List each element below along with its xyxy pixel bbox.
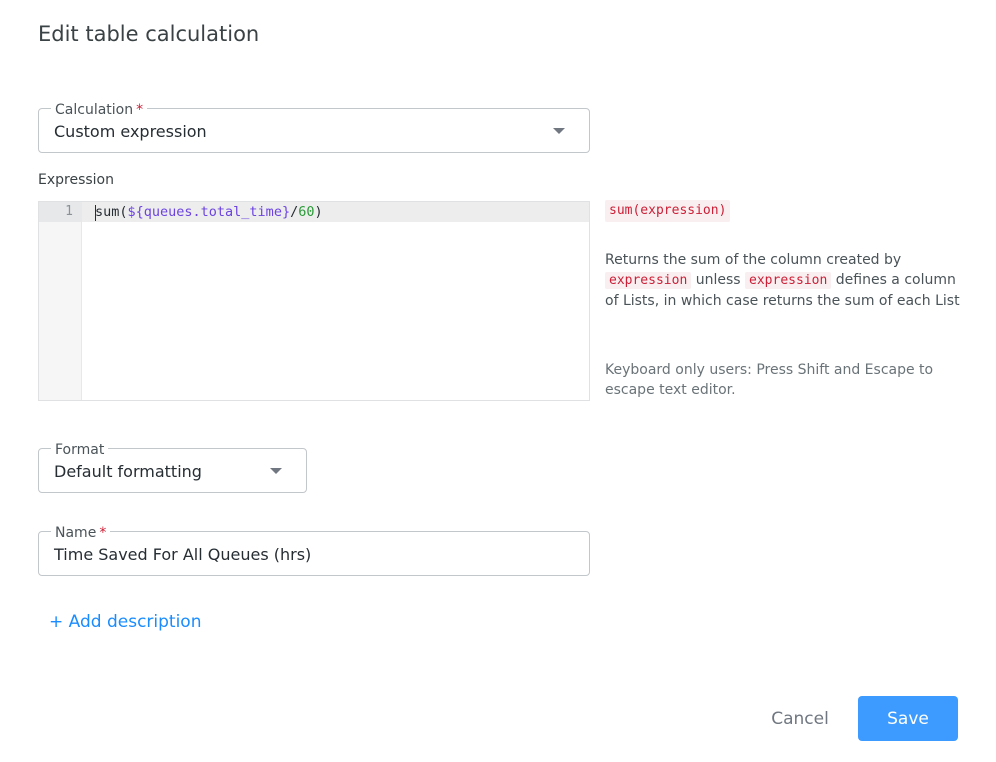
- description-text-2: unless: [691, 272, 746, 288]
- code-variable: ${queues.total_time}: [127, 204, 291, 220]
- function-help-panel: sum(expression) Returns the sum of the c…: [605, 200, 965, 398]
- expression-editor[interactable]: 1 sum(${queues.total_time}/60): [38, 201, 590, 401]
- chevron-down-icon: [553, 128, 565, 134]
- description-code-2: expression: [745, 272, 832, 289]
- function-signature: sum(expression): [605, 200, 731, 222]
- format-value: Default formatting: [54, 462, 202, 481]
- cancel-button[interactable]: Cancel: [752, 696, 848, 741]
- line-gutter: [39, 202, 82, 400]
- dialog-title: Edit table calculation: [38, 22, 260, 46]
- description-code-1: expression: [605, 272, 692, 289]
- code-number: 60: [298, 204, 315, 220]
- required-mark: *: [136, 102, 144, 118]
- code-function: sum(: [95, 204, 128, 220]
- text-cursor: [95, 205, 96, 221]
- name-value[interactable]: Time Saved For All Queues (hrs): [54, 545, 311, 564]
- add-description-link[interactable]: + Add description: [49, 612, 202, 632]
- code-close-paren: ): [314, 204, 323, 220]
- save-button[interactable]: Save: [858, 696, 958, 741]
- expression-label: Expression: [38, 172, 114, 188]
- format-label: Format: [51, 443, 109, 457]
- expression-code[interactable]: sum(${queues.total_time}/60): [95, 204, 323, 220]
- format-select[interactable]: Format Default formatting: [38, 443, 307, 493]
- calculation-select[interactable]: Calculation * Custom expression: [38, 103, 590, 153]
- description-text-1: Returns the sum of the column created by: [605, 252, 902, 268]
- name-input[interactable]: Name * Time Saved For All Queues (hrs): [38, 526, 590, 576]
- line-number: 1: [65, 204, 73, 219]
- code-operator: /: [290, 204, 299, 220]
- chevron-down-icon: [270, 468, 282, 474]
- keyboard-note: Keyboard only users: Press Shift and Esc…: [605, 362, 934, 398]
- required-mark: *: [99, 525, 107, 541]
- calculation-label: Calculation *: [51, 102, 148, 118]
- name-label: Name *: [51, 525, 111, 541]
- function-description: Returns the sum of the column created by…: [605, 250, 965, 311]
- calculation-value: Custom expression: [54, 122, 207, 141]
